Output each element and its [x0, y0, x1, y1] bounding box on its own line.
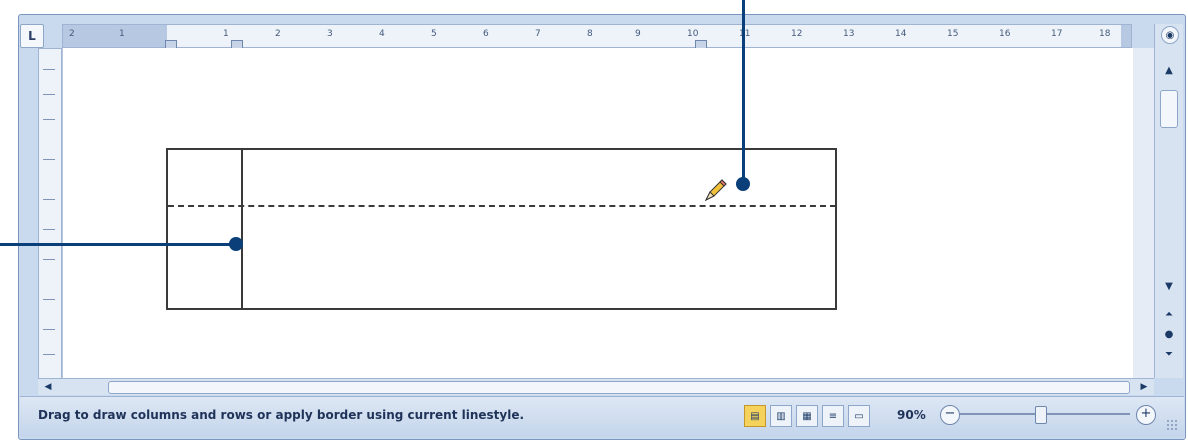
zoom-slider-thumb[interactable]	[1035, 406, 1047, 424]
ruler-tick: 8	[587, 29, 593, 39]
ruler-tick: 12	[791, 29, 803, 39]
ruler-tick-mark	[43, 229, 55, 230]
ruler-tick: 6	[483, 29, 489, 39]
scroll-right-arrow-icon[interactable]: ▶	[1136, 379, 1152, 395]
zoom-out-button[interactable]: −	[940, 405, 960, 425]
ruler-tick: 18	[1099, 29, 1111, 39]
ruler-tick-mark	[43, 329, 55, 330]
status-message: Drag to draw columns and rows or apply b…	[38, 408, 525, 422]
ruler-toggle-icon[interactable]: ◉	[1161, 26, 1179, 44]
scroll-left-arrow-icon[interactable]: ◀	[40, 379, 56, 395]
tab-selector-button[interactable]: L	[20, 24, 44, 48]
vertical-scrollbar[interactable]: ◉ ▲ ▼ ⏶ ● ⏷	[1154, 24, 1183, 378]
ruler-tick: 2	[69, 29, 75, 39]
ruler-tick: 5	[431, 29, 437, 39]
outline-icon[interactable]: ≡	[822, 405, 844, 427]
scroll-down-arrow-icon[interactable]: ▼	[1161, 278, 1177, 294]
double-up-arrow-icon[interactable]: ⏶	[1161, 306, 1177, 322]
resize-grip[interactable]	[1166, 419, 1178, 431]
ruler-tick: 10	[687, 29, 699, 39]
ruler-tick: 7	[535, 29, 541, 39]
scroll-up-arrow-icon[interactable]: ▲	[1161, 62, 1177, 78]
status-bar: Drag to draw columns and rows or apply b…	[20, 396, 1184, 437]
ruler-tick: 15	[947, 29, 959, 39]
full-screen-reading-icon[interactable]: ▥	[770, 405, 792, 427]
ruler-tick: 1	[223, 29, 229, 39]
ruler-tick: 16	[999, 29, 1011, 39]
draft-icon[interactable]: ▭	[848, 405, 870, 427]
left-margin-area	[63, 25, 167, 47]
right-margin-area	[1121, 25, 1131, 47]
ruler-tick-mark	[43, 199, 55, 200]
ruler-tick: 13	[843, 29, 855, 39]
horizontal-ruler[interactable]: 2 1 1 2 3 4 5 6 7 8 9 10 11 12 13 14 15 …	[62, 24, 1132, 49]
ruler-tick-mark	[43, 159, 55, 160]
circle-icon[interactable]: ●	[1161, 326, 1177, 342]
vertical-ruler[interactable]	[38, 48, 62, 380]
callout-line-left	[0, 243, 236, 246]
pencil-icon	[704, 179, 727, 202]
callout-dot-top	[736, 177, 750, 191]
ruler-tick-mark	[43, 69, 55, 70]
zoom-level[interactable]: 90%	[897, 408, 926, 422]
callout-dot-left	[229, 237, 243, 251]
horizontal-scrollbar[interactable]: ◀ ▶	[38, 378, 1154, 395]
ruler-tick-mark	[43, 299, 55, 300]
ruler-tick: 1	[119, 29, 125, 39]
ruler-tick-mark	[43, 119, 55, 120]
ruler-tick: 9	[635, 29, 641, 39]
ruler-tick: 3	[327, 29, 333, 39]
ruler-tick: 14	[895, 29, 907, 39]
horizontal-scroll-thumb[interactable]	[108, 381, 1130, 394]
dashed-row-line-preview	[168, 205, 836, 207]
ruler-tick: 4	[379, 29, 385, 39]
vertical-scroll-thumb[interactable]	[1160, 90, 1178, 128]
drawn-table-border[interactable]	[166, 148, 837, 310]
callout-line-top	[742, 0, 745, 184]
ruler-tick-mark	[43, 94, 55, 95]
double-down-arrow-icon[interactable]: ⏷	[1161, 346, 1177, 362]
print-layout-icon[interactable]: ▤	[744, 405, 766, 427]
ruler-tick-mark	[43, 354, 55, 355]
ruler-tick-mark	[43, 259, 55, 260]
web-layout-icon[interactable]: ▦	[796, 405, 818, 427]
ruler-tick: 17	[1051, 29, 1063, 39]
zoom-in-button[interactable]: +	[1136, 405, 1156, 425]
ruler-tick: 2	[275, 29, 281, 39]
table-column-line[interactable]	[241, 148, 243, 310]
view-buttons: ▤ ▥ ▦ ≡ ▭	[744, 405, 870, 427]
